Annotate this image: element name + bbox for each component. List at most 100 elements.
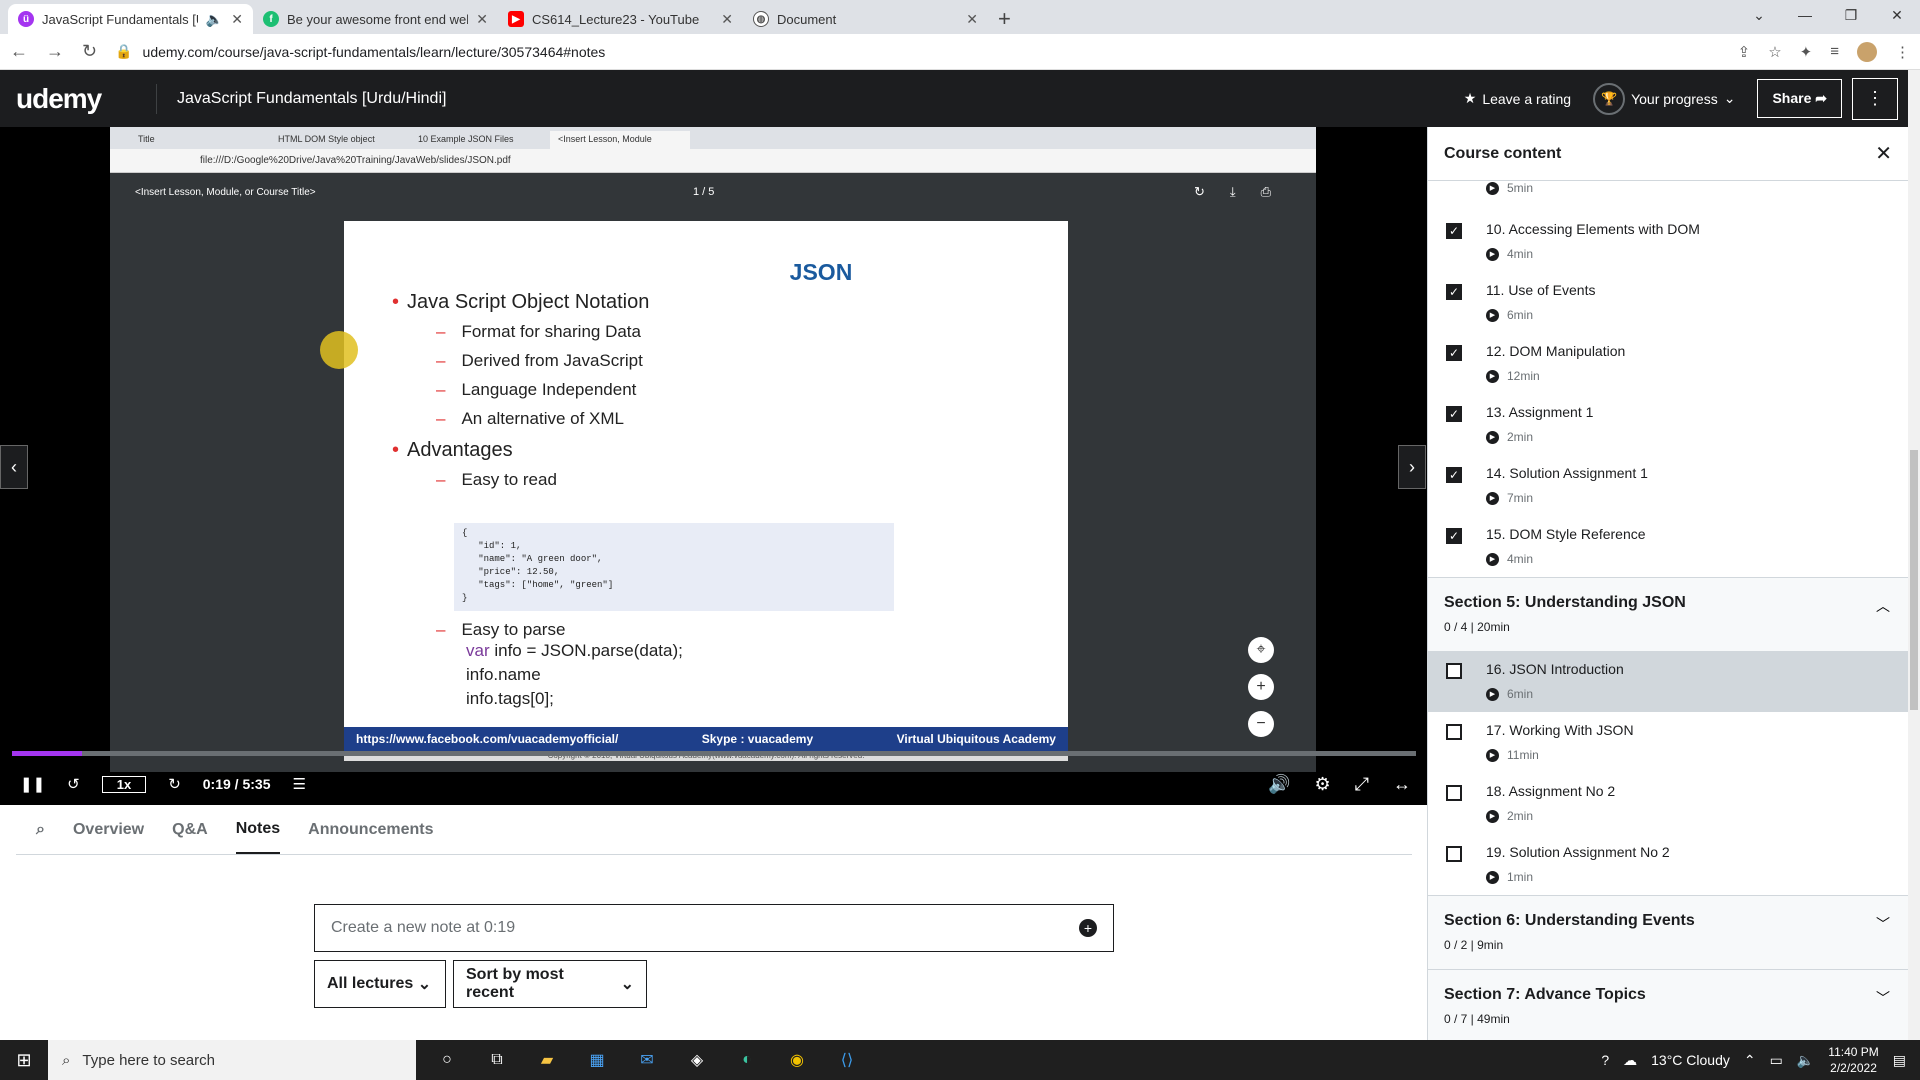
help-icon[interactable]: ? [1601, 1052, 1609, 1068]
lecture-item[interactable]: 19. Solution Assignment No 2 ▶ 1min [1428, 834, 1908, 895]
file-explorer-icon[interactable]: ▰ [536, 1049, 558, 1071]
browser-menu-icon[interactable]: ⋮ [1895, 43, 1910, 61]
volume-icon[interactable]: 🔊 [1268, 774, 1290, 795]
reading-list-icon[interactable]: ≡ [1830, 43, 1839, 60]
section-7-header[interactable]: Section 7: Advance Topics 0 / 7 | 49min … [1428, 969, 1908, 1043]
checkbox-checked[interactable]: ✓ [1446, 528, 1462, 544]
tab-search-icon[interactable]: ⌄ [1736, 0, 1782, 30]
your-progress-button[interactable]: 🏆 Your progress ⌄ [1593, 82, 1735, 115]
page-scrollbar[interactable] [1908, 70, 1920, 1040]
taskbar-search[interactable]: ⌕ Type here to search [48, 1040, 416, 1080]
close-tab-icon[interactable]: ✕ [231, 11, 243, 28]
tab-overview[interactable]: Overview [73, 821, 144, 839]
cortana-icon[interactable]: ○ [436, 1049, 458, 1071]
notifications-icon[interactable]: ▤ [1893, 1052, 1906, 1069]
lecture-title: 15. DOM Style Reference [1486, 526, 1646, 542]
vscode-icon[interactable]: ⟨⟩ [836, 1049, 858, 1071]
browser-tab-frontend[interactable]: f Be your awesome front end web ✕ [253, 4, 498, 34]
app-icon[interactable]: ◈ [686, 1049, 708, 1071]
leave-rating-button[interactable]: ★ Leave a rating [1464, 90, 1571, 107]
new-note-input[interactable]: Create a new note at 0:19 + [314, 904, 1114, 952]
lecture-filter-select[interactable]: All lectures ⌄ [314, 960, 446, 1008]
duration-text: 7min [1507, 491, 1534, 505]
lecture-item[interactable]: ✓ 10. Accessing Elements with DOM ▶ 4min [1428, 211, 1908, 272]
forward-icon[interactable]: ↻ [168, 775, 181, 793]
lecture-item[interactable]: 16. JSON Introduction ▶ 6min [1428, 651, 1908, 712]
next-lecture-button[interactable]: › [1398, 445, 1426, 489]
fullscreen-icon[interactable]: ⤢ [1355, 774, 1369, 795]
scrollbar-thumb[interactable] [1910, 450, 1918, 710]
edge-icon[interactable]: ◐ [736, 1049, 758, 1071]
tab-qa[interactable]: Q&A [172, 821, 208, 839]
store-icon[interactable]: ▦ [586, 1049, 608, 1071]
lecture-item[interactable]: 17. Working With JSON ▶ 11min [1428, 712, 1908, 773]
weather-text[interactable]: 13°C Cloudy [1651, 1052, 1730, 1068]
chevron-up-icon[interactable]: ⌃ [1744, 1052, 1756, 1069]
more-options-button[interactable]: ⋮ [1852, 77, 1898, 120]
previous-lecture-button[interactable]: ‹ [0, 445, 28, 489]
browser-tab-youtube[interactable]: ▶ CS614_Lecture23 - YouTube ✕ [498, 4, 743, 34]
checkbox-checked[interactable]: ✓ [1446, 223, 1462, 239]
lecture-item[interactable]: ✓ 15. DOM Style Reference ▶ 4min [1428, 516, 1908, 577]
checkbox-checked[interactable]: ✓ [1446, 284, 1462, 300]
expand-icon[interactable]: ↔ [1393, 774, 1411, 795]
checkbox[interactable] [1446, 846, 1462, 862]
pause-icon[interactable]: ❚❚ [20, 775, 45, 793]
bookmark-star-icon[interactable]: ☆ [1768, 43, 1781, 61]
section-5-header[interactable]: Section 5: Understanding JSON 0 / 4 | 20… [1428, 577, 1908, 651]
tab-announcements[interactable]: Announcements [308, 821, 433, 839]
forward-icon[interactable]: → [46, 41, 64, 62]
profile-avatar[interactable] [1857, 41, 1877, 62]
add-note-plus-icon[interactable]: + [1079, 919, 1097, 937]
close-tab-icon[interactable]: ✕ [966, 11, 978, 28]
network-icon[interactable]: ▭ [1770, 1052, 1783, 1069]
playback-speed-button[interactable]: 1x [101, 775, 147, 793]
close-tab-icon[interactable]: ✕ [476, 11, 488, 28]
lecture-item[interactable]: ✓ 13. Assignment 1 ▶ 2min [1428, 394, 1908, 455]
checkbox-checked[interactable]: ✓ [1446, 467, 1462, 483]
close-window-icon[interactable]: ✕ [1874, 0, 1920, 30]
volume-icon[interactable]: 🔈 [1797, 1052, 1814, 1069]
add-note-icon[interactable]: ☰ [292, 775, 305, 793]
checkbox[interactable] [1446, 785, 1462, 801]
udemy-logo[interactable]: udemy [16, 83, 136, 115]
checkbox-checked[interactable]: ✓ [1446, 406, 1462, 422]
mail-icon[interactable]: ✉ [636, 1049, 658, 1071]
checkbox[interactable] [1446, 724, 1462, 740]
browser-tab-udemy[interactable]: ü JavaScript Fundamentals [Ur 🔈 ✕ [8, 4, 253, 34]
share-button[interactable]: Share ➦ [1757, 79, 1842, 118]
settings-gear-icon[interactable]: ⚙ [1314, 774, 1330, 795]
task-view-icon[interactable]: ⧉ [486, 1049, 508, 1071]
checkbox-checked[interactable]: ✓ [1446, 345, 1462, 361]
lecture-item[interactable]: ✓ 14. Solution Assignment 1 ▶ 7min [1428, 455, 1908, 516]
course-title[interactable]: JavaScript Fundamentals [Urdu/Hindi] [177, 90, 1464, 108]
extensions-icon[interactable]: ✦ [1800, 43, 1813, 61]
close-tab-icon[interactable]: ✕ [721, 11, 733, 28]
lecture-item[interactable]: ✓ 11. Use of Events ▶ 6min [1428, 272, 1908, 333]
sort-select[interactable]: Sort by most recent ⌄ [453, 960, 647, 1008]
video-progress-bar[interactable] [12, 751, 1416, 756]
browser-tab-document[interactable]: ◍ Document ✕ [743, 4, 988, 34]
tab-notes[interactable]: Notes [235, 820, 281, 854]
lecture-item[interactable]: ✓ 12. DOM Manipulation ▶ 12min [1428, 333, 1908, 394]
rewind-icon[interactable]: ↺ [67, 775, 80, 793]
checkbox[interactable] [1446, 663, 1462, 679]
lecture-item[interactable]: 18. Assignment No 2 ▶ 2min [1428, 773, 1908, 834]
windows-start-icon[interactable]: ⊞ [0, 1040, 48, 1080]
share-icon[interactable]: ⇪ [1738, 43, 1751, 61]
minimize-icon[interactable]: — [1782, 0, 1828, 30]
reload-icon[interactable]: ↻ [82, 41, 97, 62]
restore-icon[interactable]: ❐ [1828, 0, 1874, 30]
url-field[interactable]: 🔒 udemy.com/course/java-script-fundament… [115, 43, 1720, 60]
video-player[interactable]: Title HTML DOM Style object 10 Example J… [0, 127, 1427, 805]
play-icon: ▶ [1486, 430, 1499, 444]
chrome-icon[interactable]: ◉ [786, 1049, 808, 1071]
search-icon[interactable]: ⌕ [36, 821, 45, 839]
new-tab-button[interactable]: + [998, 4, 1011, 34]
system-clock[interactable]: 11:40 PM 2/2/2022 [1828, 1044, 1878, 1076]
video-controls: ❚❚ ↺ 1x ↻ 0:19 / 5:35 ☰ 🔊 ⚙ ⤢ ↔ [0, 763, 1427, 805]
back-icon[interactable]: ← [10, 41, 28, 62]
section-6-header[interactable]: Section 6: Understanding Events 0 / 2 | … [1428, 895, 1908, 969]
mute-icon[interactable]: 🔈 [206, 11, 223, 28]
close-icon[interactable]: ✕ [1875, 141, 1892, 166]
